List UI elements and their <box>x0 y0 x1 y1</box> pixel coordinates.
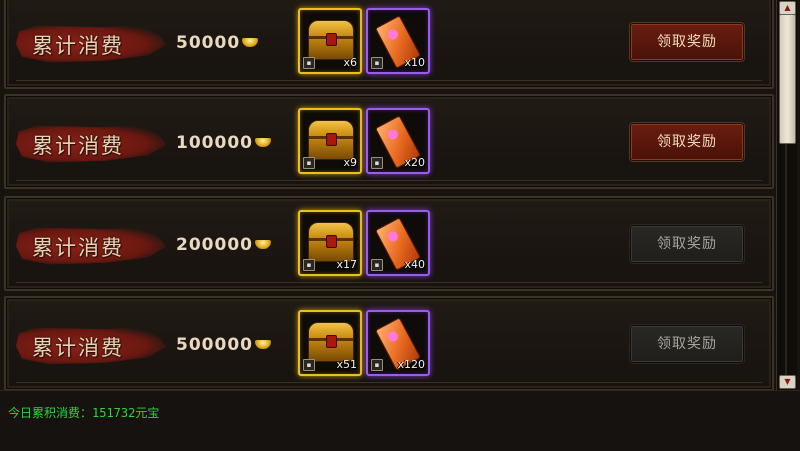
item-quantity: x20 <box>404 156 425 169</box>
tier-amount: 200000 <box>176 235 271 255</box>
claim-reward-button[interactable]: 领取奖励 <box>630 225 744 263</box>
lock-icon: ▪ <box>371 57 383 69</box>
tier-amount: 50000 <box>176 33 259 53</box>
claim-reward-button[interactable]: 领取奖励 <box>630 123 744 161</box>
lock-icon: ▪ <box>303 259 315 271</box>
reward-item-ticket[interactable]: ▪ x20 <box>366 108 430 174</box>
daily-spend-total: 今日累积消费：151732元宝 <box>8 406 160 420</box>
lock-icon: ▪ <box>371 157 383 169</box>
gold-ingot-icon <box>254 240 271 249</box>
tier-label: 累计消费 <box>32 336 124 360</box>
treasure-chest-icon <box>308 222 354 262</box>
reward-item-chest[interactable]: ▪ x9 <box>298 108 362 174</box>
lock-icon: ▪ <box>303 359 315 371</box>
scroll-thumb[interactable] <box>779 14 796 144</box>
reward-tier-row: 累计消费 100000 ▪ x9 ▪ x20 领取奖励 <box>4 94 774 189</box>
item-quantity: x51 <box>336 358 357 371</box>
treasure-chest-icon <box>308 120 354 160</box>
footer-bar: 今日累积消费：151732元宝 <box>0 390 800 451</box>
item-quantity: x6 <box>343 56 357 69</box>
reward-tier-row: 累计消费 500000 ▪ x51 ▪ x120 领取奖励 <box>4 296 774 391</box>
treasure-chest-icon <box>308 20 354 60</box>
tier-label: 累计消费 <box>32 236 124 260</box>
item-quantity: x9 <box>343 156 357 169</box>
item-quantity: x17 <box>336 258 357 271</box>
lock-icon: ▪ <box>303 57 315 69</box>
tier-label: 累计消费 <box>32 34 124 58</box>
tier-amount-value: 100000 <box>176 133 253 153</box>
reward-tier-row: 累计消费 200000 ▪ x17 ▪ x40 领取奖励 <box>4 196 774 291</box>
item-quantity: x120 <box>397 358 425 371</box>
reward-item-ticket[interactable]: ▪ x120 <box>366 310 430 376</box>
reward-item-chest[interactable]: ▪ x6 <box>298 8 362 74</box>
reward-item-chest[interactable]: ▪ x17 <box>298 210 362 276</box>
tier-amount: 100000 <box>176 133 271 153</box>
tier-label: 累计消费 <box>32 134 124 158</box>
gold-ingot-icon <box>242 38 259 47</box>
tier-amount-value: 500000 <box>176 335 253 355</box>
scroll-down-arrow-icon[interactable]: ▼ <box>779 375 796 389</box>
treasure-chest-icon <box>308 322 354 362</box>
lock-icon: ▪ <box>371 359 383 371</box>
reward-item-chest[interactable]: ▪ x51 <box>298 310 362 376</box>
reward-item-ticket[interactable]: ▪ x10 <box>366 8 430 74</box>
reward-tier-row: 累计消费 50000 ▪ x6 ▪ x10 领取奖励 <box>4 0 774 89</box>
claim-reward-button[interactable]: 领取奖励 <box>630 325 744 363</box>
lock-icon: ▪ <box>371 259 383 271</box>
vertical-scrollbar[interactable]: ▲ ▼ <box>776 0 797 390</box>
item-quantity: x10 <box>404 56 425 69</box>
gold-ingot-icon <box>254 340 271 349</box>
gold-ingot-icon <box>254 138 271 147</box>
item-quantity: x40 <box>404 258 425 271</box>
tier-amount-value: 50000 <box>176 33 241 53</box>
reward-item-ticket[interactable]: ▪ x40 <box>366 210 430 276</box>
lock-icon: ▪ <box>303 157 315 169</box>
claim-reward-button[interactable]: 领取奖励 <box>630 23 744 61</box>
scroll-up-arrow-icon[interactable]: ▲ <box>779 1 796 15</box>
tier-amount: 500000 <box>176 335 271 355</box>
tier-amount-value: 200000 <box>176 235 253 255</box>
